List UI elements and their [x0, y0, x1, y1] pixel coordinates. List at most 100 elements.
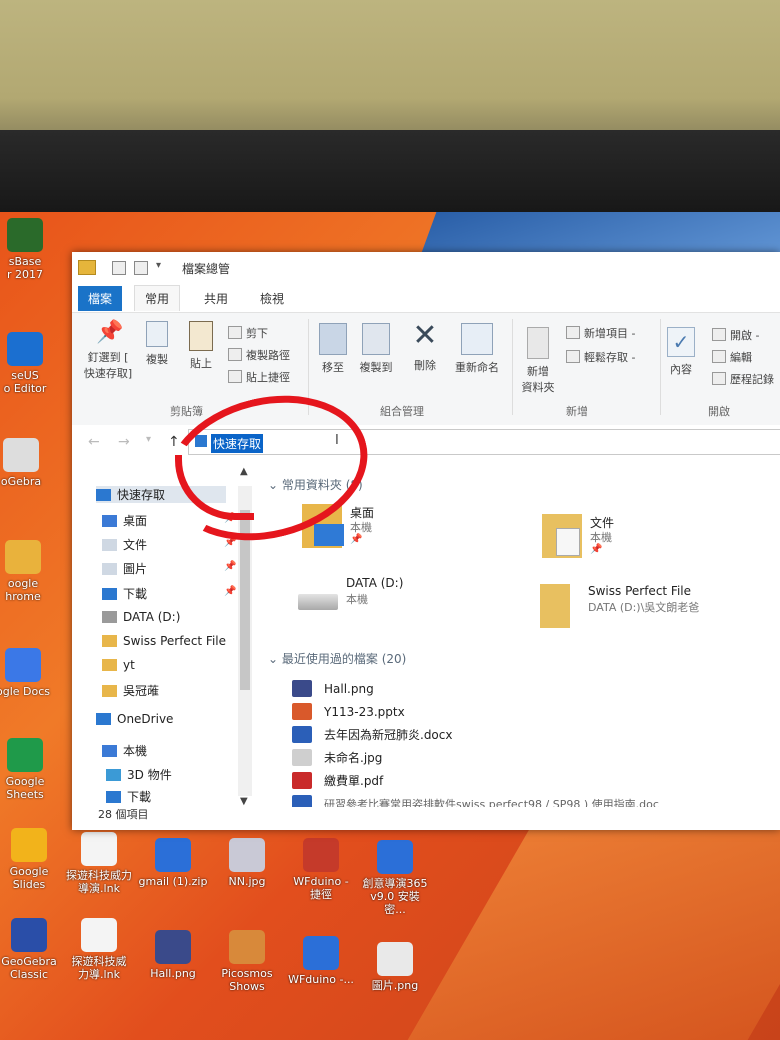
tab-file[interactable]: 檔案 [78, 286, 123, 311]
title-bar: ▾ 檔案總管 [72, 252, 780, 282]
tab-share[interactable]: 共用 [204, 290, 228, 307]
desktop-icon-label: seUS o Editor [3, 369, 47, 395]
cut-button[interactable]: 剪下 [228, 325, 268, 341]
nav-item[interactable]: 文件 📌 [102, 536, 236, 553]
back-arrow-icon[interactable]: ← [88, 434, 100, 450]
tab-view[interactable]: 檢視 [260, 290, 284, 307]
desktop-icon[interactable]: ogle Docs [0, 648, 58, 698]
tab-home[interactable]: 常用 [134, 285, 181, 311]
desktop-icon[interactable]: 圖片.png [360, 942, 430, 992]
pin-quick-access-button[interactable]: 📌 釘選到 [ 快速存取] [80, 321, 136, 381]
desktop-icon[interactable]: oGebra [0, 438, 56, 488]
organize-group-label: 組合管理 [380, 405, 424, 418]
new-folder-button[interactable]: 新增 資料夾 [518, 327, 558, 395]
desktop-icon[interactable]: WFduino -... [286, 936, 356, 986]
nav-item-label: yt [123, 658, 135, 672]
rename-icon [461, 323, 493, 355]
nav-item[interactable]: 桌面 📌 [102, 512, 236, 529]
desktop-icon[interactable]: seUS o Editor [0, 332, 60, 395]
new-folder-icon[interactable] [134, 261, 148, 275]
forward-arrow-icon[interactable]: → [118, 434, 130, 450]
recent-file-row[interactable]: Y113-23.pptx [292, 703, 405, 720]
desktop-icon[interactable]: Google Slides [0, 828, 64, 891]
desktop-icon-image [11, 828, 47, 862]
delete-button[interactable]: ✕ 刪除 [408, 319, 442, 373]
desktop-icon-label: sBase r 2017 [6, 255, 43, 281]
nav-item[interactable]: OneDrive [96, 712, 173, 726]
tile-location: 本機 [590, 531, 612, 544]
wall-background [0, 0, 780, 140]
tile-name: DATA (D:) [346, 576, 404, 590]
pin-icon: 📌 [96, 320, 124, 345]
copy-to-icon [362, 323, 390, 355]
desktop-icon[interactable]: sBase r 2017 [0, 218, 60, 281]
move-to-button[interactable]: 移至 [316, 323, 350, 375]
desktop-icon[interactable]: Google Sheets [0, 738, 60, 801]
copy-path-label: 複製路徑 [246, 349, 290, 362]
tile-location: 本機 [346, 593, 368, 606]
desktop-icon[interactable]: WFduino - 捷徑 [286, 838, 356, 901]
copy-to-button[interactable]: 複製到 [356, 323, 396, 375]
desktop-icon[interactable]: 創意導演365 v9.0 安裝密... [360, 840, 430, 916]
recent-file-row[interactable]: 未命名.jpg [292, 749, 382, 766]
nav-item[interactable]: 圖片 📌 [102, 560, 236, 577]
nav-item[interactable]: yt [102, 658, 135, 672]
copy-button[interactable]: 複製 [142, 321, 172, 367]
desktop-icon-image [229, 930, 265, 964]
new-folder-label: 新增 資料夾 [521, 365, 555, 394]
history-button[interactable]: 歷程記錄 [712, 371, 774, 387]
paste-shortcut-button[interactable]: 貼上捷徑 [228, 369, 290, 385]
file-name: Hall.png [324, 682, 374, 696]
file-icon [292, 772, 312, 789]
recent-file-row[interactable]: 去年因為新冠肺炎.docx [292, 726, 452, 743]
desktop-icon[interactable]: GeoGebra Classic [0, 918, 64, 981]
easy-access-button[interactable]: 輕鬆存取 - [566, 349, 635, 365]
desktop-icon-label: NN.jpg [228, 875, 266, 888]
nav-item[interactable]: DATA (D:) [102, 610, 180, 624]
desktop-icon[interactable]: 探遊科技威力 導演.lnk [64, 832, 134, 895]
properties-label: 內容 [670, 363, 692, 376]
nav-item-icon [102, 685, 117, 697]
new-item-button[interactable]: 新增項目 - [566, 325, 635, 341]
nav-item[interactable]: 3D 物件 [106, 766, 172, 783]
open-button[interactable]: 開啟 - [712, 327, 759, 343]
properties-button[interactable]: ✓ 內容 [664, 327, 698, 377]
rename-label: 重新命名 [455, 361, 499, 374]
edit-button[interactable]: 編輯 [712, 349, 752, 365]
desktop-icon-image [303, 936, 339, 970]
recent-file-row[interactable]: Hall.png [292, 680, 374, 697]
recent-file-row[interactable]: 研習參考比賽常用姿排軟件swiss perfect98 / SP98 ) 使用指… [292, 795, 659, 807]
nav-item[interactable]: 吳冠蓶 [102, 682, 159, 699]
recent-files-header[interactable]: ⌄ 最近使用過的檔案 (20) [268, 650, 406, 667]
nav-item-icon [96, 489, 111, 501]
nav-item[interactable]: Swiss Perfect File [102, 634, 226, 648]
copy-path-button[interactable]: 複製路徑 [228, 347, 290, 363]
file-name: 未命名.jpg [324, 751, 383, 765]
desktop-icon[interactable]: 探遊科技威 力導.lnk [64, 918, 134, 981]
chevron-down-icon[interactable]: ▾ [156, 260, 161, 271]
desktop-icon[interactable]: Picosmos Shows [212, 930, 282, 993]
nav-item[interactable]: 本機 [102, 742, 147, 759]
chevron-down-icon[interactable]: ▾ [146, 434, 151, 445]
desktop-icon-label: oGebra [0, 475, 42, 488]
desktop-icon[interactable]: Hall.png [138, 930, 208, 980]
tile-location: 本機 [350, 521, 372, 534]
file-name: 去年因為新冠肺炎.docx [324, 728, 453, 742]
easy-access-icon [566, 350, 580, 363]
nav-item-label: 本機 [123, 744, 148, 758]
desktop-icon[interactable]: NN.jpg [212, 838, 282, 888]
edit-label: 編輯 [730, 351, 752, 364]
desktop-icon-image [11, 918, 47, 952]
desktop-icon[interactable]: gmail (1).zip [138, 838, 208, 888]
desktop-icon-label: 探遊科技威 力導.lnk [71, 955, 127, 981]
scroll-down-icon[interactable]: ▼ [240, 796, 248, 807]
nav-item[interactable]: 下載 [106, 788, 151, 805]
desktop-icon-image [155, 838, 191, 872]
rename-button[interactable]: 重新命名 [450, 323, 504, 375]
desktop-icon[interactable]: oogle hrome [0, 540, 58, 603]
properties-icon[interactable] [112, 261, 126, 275]
nav-item[interactable]: 下載 📌 [102, 585, 236, 602]
copy-to-label: 複製到 [359, 361, 393, 374]
recent-file-row[interactable]: 繳費單.pdf [292, 772, 383, 789]
paste-button[interactable]: 貼上 [184, 321, 218, 371]
